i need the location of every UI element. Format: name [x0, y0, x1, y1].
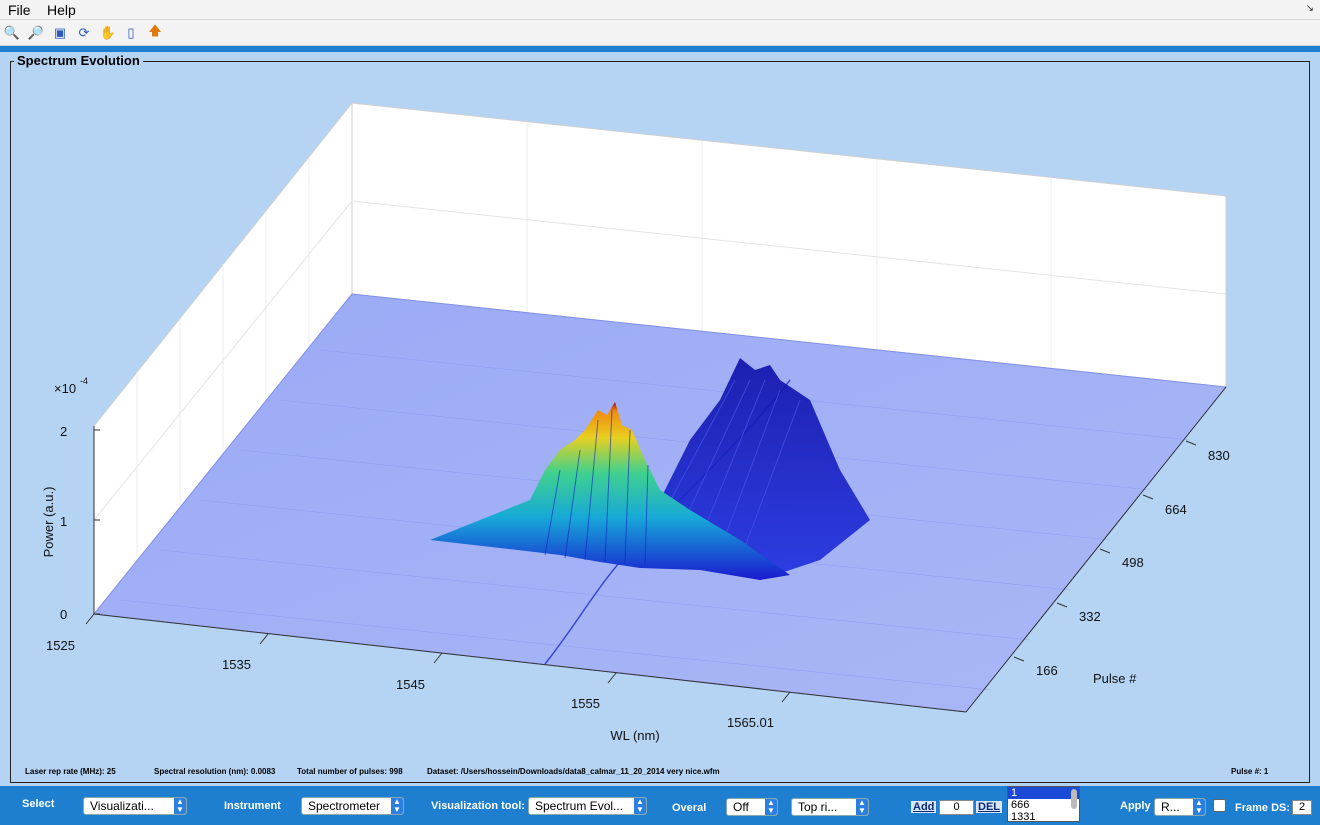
- legend-position-popup[interactable]: Top ri... ▲ ▼: [791, 798, 869, 816]
- select-label: Select: [22, 798, 55, 810]
- x-tick-label: 1545: [396, 677, 425, 692]
- popup-arrows-icon: ▲ ▼: [391, 798, 403, 814]
- listbox-scrollbar[interactable]: [1071, 789, 1077, 809]
- y-tick-label: 830: [1208, 448, 1230, 463]
- vis-tool-label: Visualization tool:: [431, 800, 525, 812]
- add-button[interactable]: Add: [911, 801, 937, 813]
- instrument-label: Instrument: [224, 800, 281, 812]
- list-item[interactable]: 1331: [1008, 811, 1079, 821]
- vis-tool-popup-value: Spectrum Evol...: [535, 799, 624, 813]
- popup-arrows-icon: ▲ ▼: [856, 799, 868, 815]
- z-exponent: ×10: [54, 381, 76, 396]
- pulse-listbox[interactable]: 1 666 1331: [1007, 786, 1080, 822]
- y-tick-label: 166: [1036, 663, 1058, 678]
- popup-arrows-icon: ▲ ▼: [765, 799, 777, 815]
- z-axis: 0 1 2 ×10 -4 Power (a.u.): [41, 376, 100, 622]
- apply-label: Apply: [1120, 800, 1151, 812]
- resolution-info: Spectral resolution (nm): 0.0083: [154, 767, 276, 776]
- legend-position-value: Top ri...: [798, 800, 838, 814]
- apply-popup-value: R...: [1161, 800, 1180, 814]
- overal-popup[interactable]: Off ▲ ▼: [726, 798, 778, 816]
- list-item[interactable]: 1: [1008, 787, 1079, 799]
- x-tick-label: 1535: [222, 657, 251, 672]
- apply-popup[interactable]: R... ▲ ▼: [1154, 798, 1206, 816]
- control-bar: Select Visualizati... ▲ ▼ Instrument Spec…: [0, 786, 1320, 825]
- pulse-number-info: Pulse #: 1: [1231, 767, 1269, 776]
- z-tick-label: 2: [60, 424, 67, 439]
- select-popup[interactable]: Visualizati... ▲ ▼: [83, 797, 187, 815]
- x-tick-label: 1555: [571, 696, 600, 711]
- spectrum-surface-plot[interactable]: 0 1 2 ×10 -4 Power (a.u.) 1525 1535 1545…: [0, 0, 1320, 786]
- del-button[interactable]: DEL: [976, 801, 1002, 813]
- frame-ds-field[interactable]: 2: [1292, 800, 1312, 815]
- popup-arrows-icon: ▲ ▼: [1193, 799, 1205, 815]
- overal-popup-value: Off: [733, 800, 749, 814]
- x-tick-label: 1565.01: [727, 715, 774, 730]
- z-tick-label: 1: [60, 514, 67, 529]
- instrument-popup-value: Spectrometer: [308, 799, 381, 813]
- rep-rate-info: Laser rep rate (MHz): 25: [25, 767, 116, 776]
- dataset-info: Dataset: /Users/hossein/Downloads/data8_…: [427, 767, 720, 776]
- z-exponent-power: -4: [80, 376, 88, 386]
- y-tick-label: 332: [1079, 609, 1101, 624]
- y-tick-label: 498: [1122, 555, 1144, 570]
- popup-arrows-icon: ▲ ▼: [634, 798, 646, 814]
- x-tick-label: 1525: [46, 638, 75, 653]
- frame-ds-label: Frame DS:: [1235, 802, 1291, 814]
- list-item[interactable]: 666: [1008, 799, 1079, 811]
- y-tick-label: 664: [1165, 502, 1187, 517]
- z-axis-label: Power (a.u.): [41, 487, 56, 558]
- add-value-field[interactable]: 0: [939, 800, 974, 815]
- instrument-popup[interactable]: Spectrometer ▲ ▼: [301, 797, 404, 815]
- popup-arrows-icon: ▲ ▼: [174, 798, 186, 814]
- z-tick-label: 0: [60, 607, 67, 622]
- select-popup-value: Visualizati...: [90, 799, 154, 813]
- vis-tool-popup[interactable]: Spectrum Evol... ▲ ▼: [528, 797, 647, 815]
- y-axis-label: Pulse #: [1093, 671, 1137, 686]
- overal-label: Overal: [672, 802, 707, 814]
- x-axis-label: WL (nm): [610, 728, 659, 743]
- frame-ds-checkbox[interactable]: [1213, 799, 1226, 812]
- total-pulses-info: Total number of pulses: 998: [297, 767, 403, 776]
